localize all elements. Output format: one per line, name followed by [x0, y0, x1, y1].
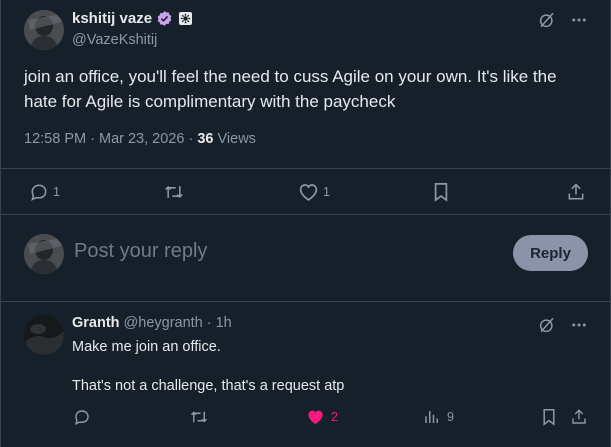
share-action[interactable] — [566, 182, 586, 202]
author-name[interactable]: kshitij vaze — [72, 10, 152, 27]
verified-badge-icon[interactable] — [156, 10, 173, 27]
reply-text: Make me join an office. That's not a cha… — [72, 337, 572, 396]
divider — [1, 168, 610, 169]
divider — [1, 301, 610, 302]
meta-separator: · — [90, 131, 95, 147]
like-count: 2 — [331, 410, 338, 424]
views-action[interactable]: 9 — [423, 408, 454, 426]
divider — [1, 214, 610, 215]
main-post: kshitij vaze @VazeKshitij join an office… — [1, 0, 610, 302]
views-count: 36 — [197, 131, 214, 147]
like-action[interactable]: 2 — [306, 408, 338, 426]
like-action[interactable]: 1 — [298, 182, 330, 202]
reply-author-handle[interactable]: @heygranth — [124, 315, 203, 331]
reply-input[interactable]: Post your reply — [74, 240, 207, 263]
more-icon[interactable] — [570, 11, 588, 29]
affiliation-badge-icon[interactable] — [179, 12, 193, 25]
like-icon — [299, 184, 318, 201]
author-handle[interactable]: @VazeKshitij — [72, 32, 157, 48]
reply-count: 1 — [53, 185, 60, 199]
reply-action[interactable] — [73, 408, 97, 426]
meta-separator: · — [188, 131, 194, 147]
post-meta: 12:58 PM · Mar 23, 2026 · 36 Views — [24, 131, 256, 147]
post-date[interactable]: Mar 23, 2026 — [99, 131, 184, 147]
grok-icon[interactable] — [538, 11, 556, 29]
reply-action[interactable]: 1 — [29, 182, 60, 202]
reply-icon — [74, 410, 89, 426]
views-count: 9 — [447, 410, 454, 424]
more-icon[interactable] — [570, 316, 588, 334]
repost-action[interactable] — [189, 408, 215, 426]
author-avatar[interactable] — [24, 10, 64, 50]
post-actions: 1 1 — [1, 170, 610, 214]
reply-top-controls — [538, 316, 588, 334]
post-text: join an office, you'll feel the need to … — [24, 67, 557, 111]
reply-author-name[interactable]: Granth — [72, 315, 120, 331]
reply-actions: 2 9 — [1, 406, 610, 432]
bookmark-action[interactable] — [432, 182, 450, 202]
bookmark-icon — [434, 183, 448, 202]
share-icon — [572, 409, 586, 424]
bookmark-icon — [543, 409, 555, 426]
meta-separator: · — [206, 315, 212, 331]
views-label: Views — [217, 131, 256, 147]
views-icon — [425, 411, 438, 423]
reply-author-row: Granth @heygranth · 1h — [72, 315, 232, 331]
grok-icon[interactable] — [538, 316, 556, 334]
reply-button[interactable]: Reply — [513, 235, 588, 271]
share-icon — [568, 183, 584, 200]
post-detail-view: kshitij vaze @VazeKshitij join an office… — [0, 0, 611, 447]
repost-icon — [165, 185, 183, 199]
share-action[interactable] — [570, 408, 588, 426]
like-icon — [308, 410, 323, 425]
author-name-row[interactable]: kshitij vaze — [72, 10, 193, 27]
repost-icon — [190, 411, 208, 423]
reply-text-line: That's not a challenge, that's a request… — [72, 378, 345, 394]
reply-text-line: Make me join an office. — [72, 339, 221, 355]
like-count: 1 — [323, 185, 330, 199]
post-time[interactable]: 12:58 PM — [24, 131, 86, 147]
reply-icon — [31, 184, 47, 201]
composer-avatar — [24, 234, 64, 274]
reply-author-avatar[interactable] — [24, 315, 64, 355]
reply-time[interactable]: 1h — [216, 315, 232, 331]
bookmark-action[interactable] — [541, 408, 557, 426]
repost-action[interactable] — [163, 182, 189, 202]
post-top-controls — [538, 11, 588, 29]
